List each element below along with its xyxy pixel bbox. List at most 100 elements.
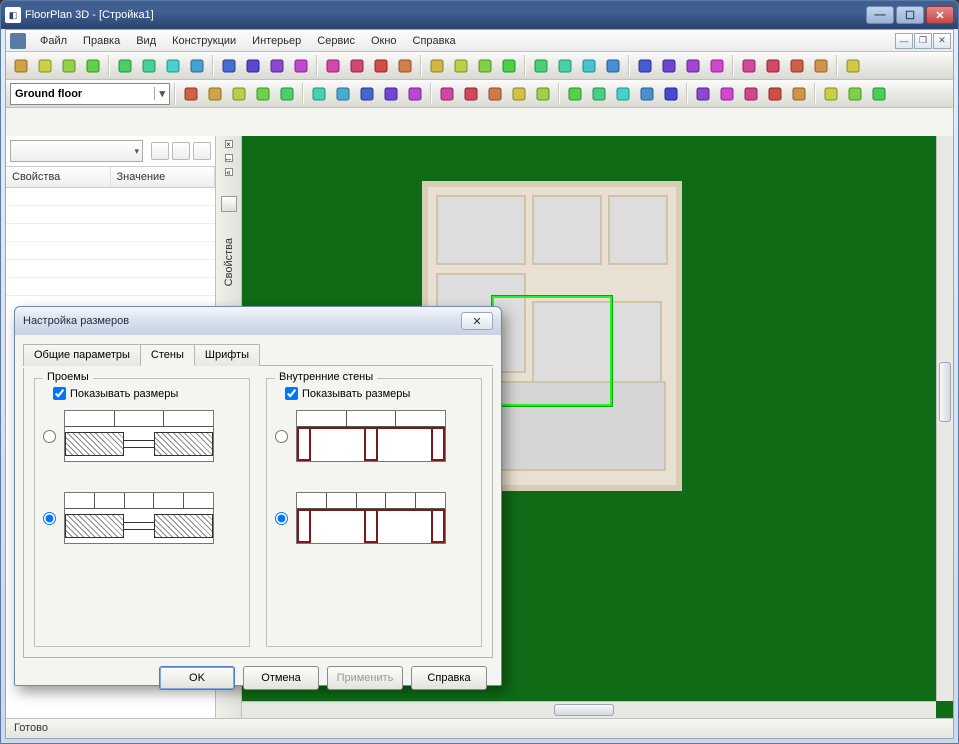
tool-grid-button[interactable]	[554, 55, 576, 77]
tool-house-button[interactable]	[764, 83, 786, 105]
tool-zoom-prev-button[interactable]	[346, 55, 368, 77]
titlebar[interactable]: ◧ FloorPlan 3D - [Стройка1] — ☐ ✕	[1, 1, 958, 29]
tool-paste-button[interactable]	[138, 55, 160, 77]
tool-roof-button[interactable]	[276, 83, 298, 105]
tool-edit-button[interactable]	[820, 83, 842, 105]
col-properties[interactable]: Свойства	[6, 167, 111, 187]
tool-dims-button[interactable]	[426, 55, 448, 77]
tool-tree-button[interactable]	[636, 83, 658, 105]
radio-opening-2[interactable]	[43, 512, 56, 525]
mdi-restore-button[interactable]: ❐	[914, 33, 932, 49]
tool-furn1-button[interactable]	[436, 83, 458, 105]
tool-furn8-button[interactable]	[612, 83, 634, 105]
tool-folder-button[interactable]	[844, 83, 866, 105]
tool-align-left-button[interactable]	[634, 55, 656, 77]
panel-tool-3[interactable]	[193, 142, 211, 160]
panel-tool-1[interactable]	[151, 142, 169, 160]
tool-redo-button[interactable]	[186, 55, 208, 77]
radio-inner-2[interactable]	[275, 512, 288, 525]
menu-service[interactable]: Сервис	[309, 32, 363, 50]
tool-column-button[interactable]	[332, 83, 354, 105]
maximize-button[interactable]: ☐	[896, 6, 924, 24]
tool-color1-button[interactable]	[498, 55, 520, 77]
tool-select-button[interactable]	[180, 83, 202, 105]
scroll-thumb-v[interactable]	[939, 362, 951, 422]
tool-furn7-button[interactable]	[588, 83, 610, 105]
tool-align-bottom-button[interactable]	[762, 55, 784, 77]
tool-road-button[interactable]	[716, 83, 738, 105]
tool-cursor3d-button[interactable]	[394, 55, 416, 77]
menu-view[interactable]: Вид	[128, 32, 164, 50]
radio-inner-1[interactable]	[275, 430, 288, 443]
close-button[interactable]: ✕	[926, 6, 954, 24]
tool-plus-button[interactable]	[786, 55, 808, 77]
tool-fill-button[interactable]	[474, 55, 496, 77]
tool-zoom-window-button[interactable]	[322, 55, 344, 77]
tool-new-button[interactable]	[10, 55, 32, 77]
menu-help[interactable]: Справка	[405, 32, 464, 50]
side-tab-label[interactable]: Свойства	[223, 238, 235, 286]
tool-furn2-button[interactable]	[460, 83, 482, 105]
tool-align-right-button[interactable]	[682, 55, 704, 77]
tool-window-button[interactable]	[252, 83, 274, 105]
tool-zoom-fit-button[interactable]	[290, 55, 312, 77]
checkbox-openings[interactable]	[53, 387, 66, 400]
tool-furn5-button[interactable]	[532, 83, 554, 105]
panel-close-icon[interactable]: ×	[225, 140, 233, 148]
scrollbar-horizontal[interactable]	[242, 701, 936, 718]
menu-constr[interactable]: Конструкции	[164, 32, 244, 50]
col-value[interactable]: Значение	[111, 167, 216, 187]
tool-align-center-button[interactable]	[658, 55, 680, 77]
panel-tab-icon[interactable]	[221, 196, 237, 212]
apply-button[interactable]: Применить	[327, 666, 403, 690]
panel-pin-icon[interactable]: ↔	[225, 154, 233, 162]
tool-plus3-button[interactable]	[842, 55, 864, 77]
dialog-titlebar[interactable]: Настройка размеров ✕	[15, 307, 501, 335]
tool-door-button[interactable]	[228, 83, 250, 105]
tool-layers-button[interactable]	[578, 55, 600, 77]
radio-opening-1[interactable]	[43, 430, 56, 443]
floor-selector[interactable]: Ground floor ▾	[10, 83, 170, 105]
tool-stairs-button[interactable]	[308, 83, 330, 105]
panel-tool-2[interactable]	[172, 142, 190, 160]
tool-roof3d-button[interactable]	[788, 83, 810, 105]
scrollbar-vertical[interactable]	[936, 136, 953, 701]
tool-undo-button[interactable]	[162, 55, 184, 77]
tool-zoom-in-button[interactable]	[242, 55, 264, 77]
tool-tool1-button[interactable]	[602, 55, 624, 77]
scroll-thumb-h[interactable]	[554, 704, 614, 716]
panel-arrow-icon[interactable]: «	[225, 168, 233, 176]
opening-option-2[interactable]	[43, 492, 241, 544]
tool-print-button[interactable]	[82, 55, 104, 77]
tool-wall-button[interactable]	[204, 83, 226, 105]
tool-open-button[interactable]	[34, 55, 56, 77]
tool-beam-button[interactable]	[356, 83, 378, 105]
tool-3d-button[interactable]	[740, 83, 762, 105]
tool-copy-button[interactable]	[114, 55, 136, 77]
inner-option-1[interactable]	[275, 410, 473, 462]
tool-dim-button[interactable]	[380, 83, 402, 105]
mdi-close-button[interactable]: ✕	[933, 33, 951, 49]
help-button[interactable]: Справка	[411, 666, 487, 690]
tool-color2-button[interactable]	[530, 55, 552, 77]
check-show-dims-openings[interactable]: Показывать размеры	[53, 387, 241, 400]
ok-button[interactable]: OK	[159, 666, 235, 690]
tool-fence-button[interactable]	[660, 83, 682, 105]
properties-selector[interactable]: ▾	[10, 140, 143, 162]
tab-fonts[interactable]: Шрифты	[194, 344, 260, 366]
tab-general[interactable]: Общие параметры	[23, 344, 141, 366]
dialog-close-button[interactable]: ✕	[461, 312, 493, 330]
tool-ground-button[interactable]	[692, 83, 714, 105]
tool-align-top-button[interactable]	[706, 55, 728, 77]
tool-misc-button[interactable]	[868, 83, 890, 105]
checkbox-inner[interactable]	[285, 387, 298, 400]
inner-option-2[interactable]	[275, 492, 473, 544]
tool-furn4-button[interactable]	[508, 83, 530, 105]
opening-option-1[interactable]	[43, 410, 241, 462]
tool-align-middle-button[interactable]	[738, 55, 760, 77]
minimize-button[interactable]: —	[866, 6, 894, 24]
tool-camera-button[interactable]	[404, 83, 426, 105]
tool-save-button[interactable]	[58, 55, 80, 77]
tool-help-button[interactable]	[218, 55, 240, 77]
tab-walls[interactable]: Стены	[140, 344, 195, 366]
